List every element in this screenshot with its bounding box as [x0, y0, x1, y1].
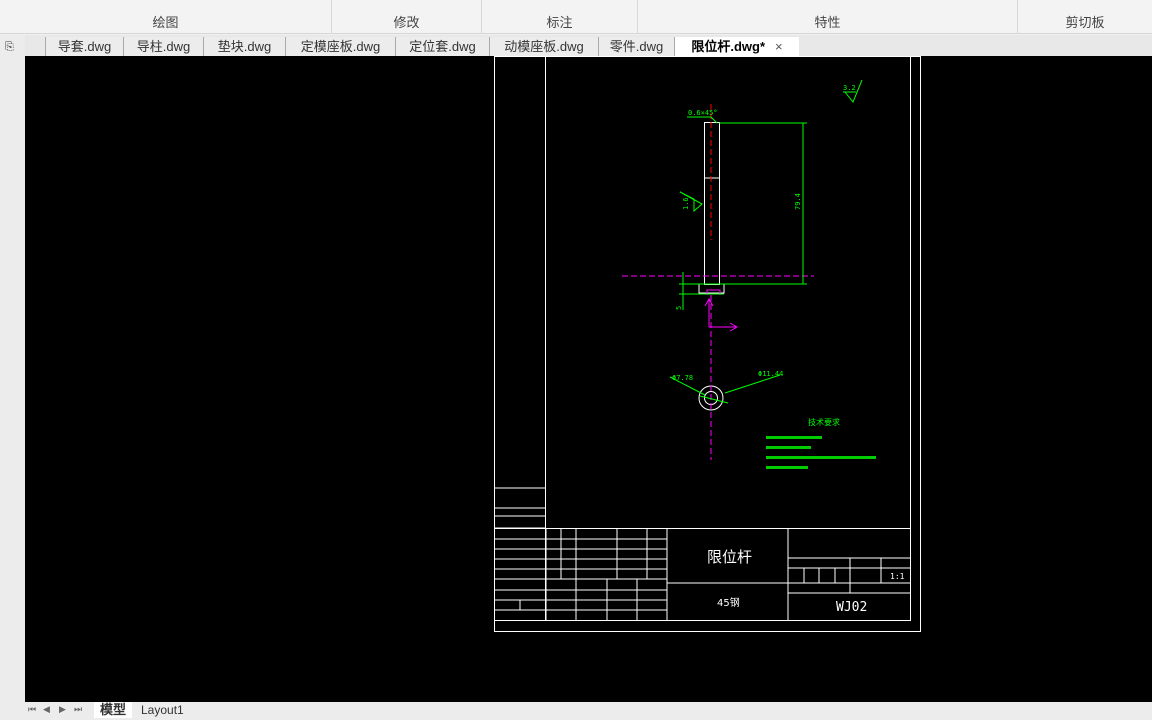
material: 45钢 [717, 596, 740, 609]
diameter-left: Φ7.78 [672, 374, 693, 382]
length-dim: 79.4 [794, 193, 802, 210]
roughness-top: 3.2 [843, 84, 856, 92]
drawing-sheet: 0.6×45° 3.2 1.6 79.4 5 Φ7.78 Φ11.44 技术要求… [494, 56, 921, 632]
diameter-right: Φ11.44 [758, 370, 783, 378]
part-name: 限位杆 [707, 548, 752, 566]
tab-layout1[interactable]: Layout1 [135, 702, 190, 718]
tab-model[interactable]: 模型 [94, 702, 133, 718]
next-layout-icon[interactable]: ▶ [59, 704, 66, 715]
ucs-icon [704, 297, 739, 332]
first-layout-icon[interactable]: ⏮ [28, 704, 36, 715]
prev-layout-icon[interactable]: ◀ [43, 704, 50, 715]
scale: 1:1 [890, 572, 905, 581]
last-layout-icon[interactable]: ⏭ [74, 704, 82, 715]
roughness-side: 1.6 [682, 197, 690, 210]
drawing-number: WJ02 [836, 600, 867, 615]
thickness-dim: 5 [675, 306, 683, 310]
layout-bar: ⏮ ◀ ▶ ⏭ 模型 Layout1 [25, 702, 1152, 720]
sheet-outer-frame [494, 56, 921, 632]
tech-requirements-title: 技术要求 [808, 417, 840, 427]
sheet-inner-frame [545, 56, 911, 621]
chamfer-label: 0.6×45° [688, 109, 718, 117]
rod-body [704, 122, 720, 285]
